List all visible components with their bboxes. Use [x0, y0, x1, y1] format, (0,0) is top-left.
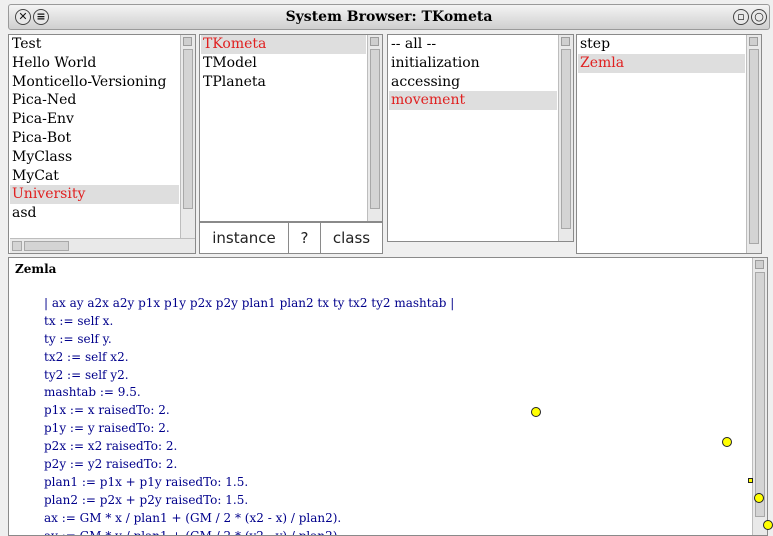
comet-marker[interactable] — [748, 478, 753, 483]
list-item[interactable]: Pica-Bot — [10, 129, 179, 148]
list-item[interactable]: Pica-Env — [10, 110, 179, 129]
list-item[interactable]: asd — [10, 204, 179, 223]
category-pane[interactable]: -- all -- initialization accessing movem… — [387, 34, 574, 242]
help-button[interactable]: ? — [289, 223, 321, 253]
package-vertical-scrollbar[interactable] — [180, 35, 195, 239]
code-line[interactable]: p2x := x2 raisedTo: 2. — [44, 438, 454, 456]
code-lines[interactable]: | ax ay a2x a2y p1x p1y p2x p2y plan1 pl… — [44, 295, 454, 535]
list-item-selected[interactable]: University — [10, 185, 179, 205]
system-browser-window: ✕ ≡ System Browser: TKometa ▫ ○ Test Hel… — [0, 0, 773, 536]
class-vertical-scrollbar[interactable] — [367, 35, 382, 221]
package-horizontal-scrollbar[interactable] — [10, 238, 195, 253]
code-line[interactable]: ax := GM * x / plan1 + (GM / 2 * (x2 - x… — [44, 510, 454, 528]
scroll-thumb[interactable] — [24, 241, 69, 251]
code-line[interactable]: tx := self x. — [44, 313, 454, 331]
list-item[interactable]: TModel — [201, 54, 366, 73]
planet-dot[interactable] — [754, 493, 764, 503]
scroll-thumb[interactable] — [370, 49, 380, 209]
code-line[interactable]: plan1 := p1x + p1y raisedTo: 1.5. — [44, 474, 454, 492]
scroll-left-icon[interactable] — [12, 241, 22, 251]
code-text: tx := self x. — [44, 313, 114, 328]
list-item[interactable]: -- all -- — [389, 35, 557, 54]
window-title: System Browser: TKometa — [285, 9, 493, 25]
list-item[interactable]: Monticello-Versioning — [10, 73, 179, 92]
planet-dot[interactable] — [531, 407, 541, 417]
scroll-thumb[interactable] — [749, 49, 759, 244]
package-pane[interactable]: Test Hello World Monticello-Versioning P… — [8, 34, 196, 254]
class-pane[interactable]: TKometa TModel TPlaneta — [199, 34, 383, 222]
category-vertical-scrollbar[interactable] — [558, 35, 573, 241]
method-list[interactable]: step Zemla — [578, 35, 745, 253]
class-side-button[interactable]: class — [321, 223, 382, 253]
code-line[interactable]: tx2 := self x2. — [44, 349, 454, 367]
list-item-selected[interactable]: TKometa — [201, 35, 366, 54]
scroll-up-icon[interactable] — [370, 37, 379, 46]
list-item-selected[interactable]: movement — [389, 91, 557, 111]
code-line[interactable]: p1y := y raisedTo: 2. — [44, 420, 454, 438]
list-item[interactable]: Test — [10, 35, 179, 54]
code-line[interactable]: ty := self y. — [44, 331, 454, 349]
code-line[interactable]: ay := GM * y / plan1 + (GM / 2 * (y2 - y… — [44, 528, 454, 535]
list-item[interactable]: Pica-Ned — [10, 91, 179, 110]
planet-dot[interactable] — [722, 437, 732, 447]
list-item[interactable]: step — [578, 35, 745, 54]
list-item[interactable]: Hello World — [10, 54, 179, 73]
code-line[interactable]: ty2 := self y2. — [44, 367, 454, 385]
code-line[interactable]: | ax ay a2x a2y p1x p1y p2x p2y plan1 pl… — [44, 295, 454, 313]
method-vertical-scrollbar[interactable] — [746, 35, 761, 253]
code-line[interactable]: mashtab := 9.5. — [44, 384, 454, 402]
package-list[interactable]: Test Hello World Monticello-Versioning P… — [10, 35, 179, 239]
title-bar[interactable]: ✕ ≡ System Browser: TKometa ▫ ○ — [8, 4, 770, 30]
category-list[interactable]: -- all -- initialization accessing movem… — [389, 35, 557, 241]
method-selector: Zemla — [15, 262, 57, 276]
scroll-thumb[interactable] — [755, 272, 765, 517]
scroll-up-icon[interactable] — [755, 260, 764, 269]
list-item[interactable]: initialization — [389, 54, 557, 73]
list-item-selected[interactable]: Zemla — [578, 53, 745, 73]
scroll-up-icon[interactable] — [561, 37, 570, 46]
method-pane[interactable]: step Zemla — [576, 34, 762, 254]
list-item[interactable]: MyClass — [10, 148, 179, 167]
code-line[interactable]: p1x := x raisedTo: 2. — [44, 402, 454, 420]
planet-dot[interactable] — [763, 520, 773, 530]
scroll-up-icon[interactable] — [183, 37, 192, 46]
list-item[interactable]: TPlaneta — [201, 73, 366, 92]
code-line[interactable]: plan2 := p2x + p2y raisedTo: 1.5. — [44, 492, 454, 510]
class-list[interactable]: TKometa TModel TPlaneta — [201, 35, 366, 221]
instance-button[interactable]: instance — [200, 223, 289, 253]
code-line[interactable]: p2y := y2 raisedTo: 2. — [44, 456, 454, 474]
expand-icon[interactable]: ○ — [751, 9, 767, 25]
scroll-thumb[interactable] — [561, 49, 571, 229]
list-item[interactable]: accessing — [389, 73, 557, 92]
instance-class-switch[interactable]: instance ? class — [199, 222, 383, 254]
list-item[interactable]: MyCat — [10, 167, 179, 186]
collapse-icon[interactable]: ▫ — [733, 9, 749, 25]
code-editor[interactable]: Zemla | ax ay a2x a2y p1x p1y p2x p2y pl… — [8, 257, 768, 536]
scroll-thumb[interactable] — [183, 49, 193, 209]
scroll-up-icon[interactable] — [749, 37, 758, 46]
